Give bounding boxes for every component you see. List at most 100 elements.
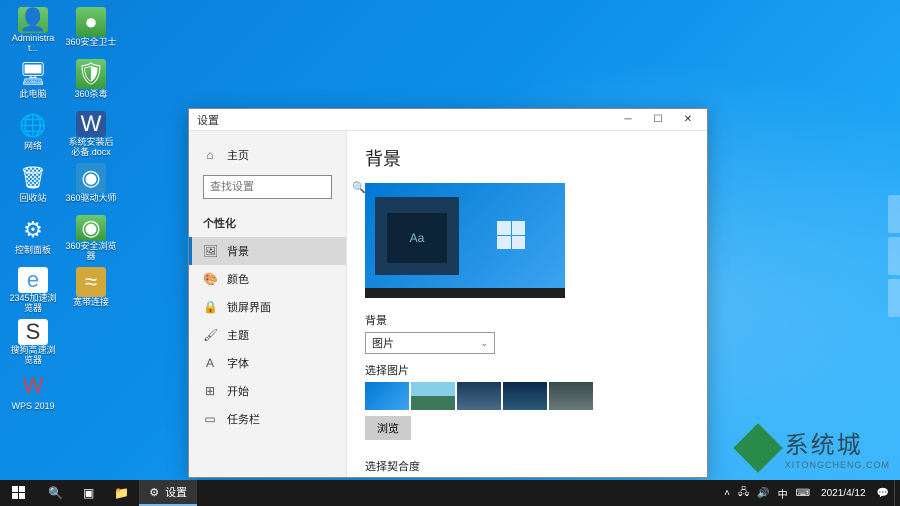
search-container[interactable]: 🔍 (203, 175, 332, 199)
gear-icon: ⚙ (149, 486, 159, 499)
preview-sample-text: Aa (387, 213, 447, 263)
ie-icon: e (18, 267, 48, 293)
tray-ime-indicator[interactable]: 中 (775, 486, 791, 501)
sidebar-icon: A (203, 356, 217, 370)
shield-icon: 🛡 (76, 59, 106, 89)
desktop-icon-label: 回收站 (19, 194, 46, 204)
sidebar-item-label: 开始 (227, 383, 249, 399)
maximize-button[interactable]: ☐ (643, 109, 673, 130)
browse-button[interactable]: 浏览 (365, 416, 411, 440)
tray-network-icon[interactable]: 🖧 (735, 485, 752, 502)
sidebar-item-label: 锁屏界面 (227, 299, 271, 315)
sidebar-item-4[interactable]: A 字体 (189, 349, 346, 377)
thumbnail-4[interactable] (503, 382, 547, 410)
desktop-icon-recycle[interactable]: 🗑回收站 (5, 161, 61, 211)
sidebar-item-label: 字体 (227, 355, 249, 371)
tray-volume-icon[interactable]: 🔊 (754, 488, 772, 499)
recycle-icon: 🗑 (18, 163, 48, 193)
tray-chevron-icon[interactable]: ˄ (721, 488, 733, 499)
desktop-icon-label: 2345加速浏览器 (7, 294, 59, 314)
sidebar-item-6[interactable]: ▭任务栏 (189, 405, 346, 433)
desktop-icon-browser[interactable]: ◉360安全浏览器 (63, 213, 119, 263)
window-titlebar[interactable]: 设置 ─ ☐ ✕ (189, 109, 707, 131)
desktop-icon-label: 网络 (24, 142, 42, 152)
panel-icon: ⚙ (18, 215, 48, 245)
home-nav[interactable]: ⌂ 主页 (189, 141, 346, 169)
desktop-icon-panel[interactable]: ⚙控制面板 (5, 213, 61, 263)
desktop-icon-pc[interactable]: 🖥此电脑 (5, 57, 61, 107)
page-heading: 背景 (365, 145, 689, 171)
desktop-icon-label: Administrat... (7, 34, 59, 54)
desktop-icon-doc[interactable]: W系统安装后必备.docx (63, 109, 119, 159)
desktop-icon-shield[interactable]: 🛡360杀毒 (63, 57, 119, 107)
wps-icon: W (18, 371, 48, 401)
background-preview: Aa (365, 183, 565, 298)
choose-picture-label: 选择图片 (365, 362, 689, 378)
thumbnail-2[interactable] (411, 382, 455, 410)
search-icon: 🔍 (48, 486, 63, 500)
background-type-value: 图片 (372, 335, 394, 351)
thumbnail-1[interactable] (365, 382, 409, 410)
sogou-icon: S (18, 319, 48, 345)
watermark-logo: 系统城 XITONGCHENG.COM (737, 425, 890, 470)
watermark-text: 系统城 (785, 425, 890, 460)
sidebar-item-5[interactable]: ⊞开始 (189, 377, 346, 405)
show-desktop-button[interactable] (894, 480, 898, 506)
tray-keyboard-icon[interactable]: ⌨ (793, 488, 813, 499)
taskbar-app-settings[interactable]: ⚙ 设置 (139, 480, 197, 506)
sidebar-item-0[interactable]: 🖼背景 (189, 237, 346, 265)
background-type-dropdown[interactable]: 图片 ⌄ (365, 332, 495, 354)
close-button[interactable]: ✕ (673, 109, 703, 130)
search-input[interactable] (210, 181, 352, 193)
fit-dropdown-label: 选择契合度 (365, 458, 689, 474)
desktop-icon-label: WPS 2019 (11, 402, 54, 412)
start-button[interactable] (0, 480, 38, 506)
home-label: 主页 (227, 147, 249, 163)
picture-thumbnails (365, 382, 689, 410)
sidebar-item-1[interactable]: 🎨 颜色 (189, 265, 346, 293)
desktop-icon-360[interactable]: ●360安全卫士 (63, 5, 119, 55)
browser-icon: ◉ (76, 215, 106, 241)
sidebar-item-label: 任务栏 (227, 411, 260, 427)
bb-icon: ≈ (76, 267, 106, 297)
watermark-diamond-icon (737, 427, 779, 469)
task-view-icon: ▣ (83, 486, 94, 500)
sidebar-icon: 🎨 (203, 272, 217, 286)
edge-widgets (888, 195, 900, 321)
desktop-icon-driver[interactable]: ◉360驱动大师 (63, 161, 119, 211)
desktop-icon-wps[interactable]: WWPS 2019 (5, 369, 61, 419)
sidebar-item-label: 背景 (227, 243, 249, 259)
sidebar-item-3[interactable]: 🖌主题 (189, 321, 346, 349)
desktop-icon-label: 360驱动大师 (65, 194, 116, 204)
tray-clock[interactable]: 2021/4/12 (815, 488, 872, 499)
windows-logo-icon (12, 486, 26, 500)
minimize-button[interactable]: ─ (613, 109, 643, 130)
sidebar-icon: 🔒 (203, 300, 217, 314)
sidebar-icon: 🖌 (203, 328, 217, 342)
tray-notifications-icon[interactable]: 💬 (874, 488, 892, 499)
driver-icon: ◉ (76, 163, 106, 193)
sidebar-item-label: 颜色 (227, 271, 249, 287)
desktop-icons-area: 👤Administrat...🖥此电脑🌐网络🗑回收站⚙控制面板e2345加速浏览… (5, 5, 119, 419)
task-view-button[interactable]: ▣ (73, 480, 104, 506)
settings-content: 背景 Aa 背景 图片 ⌄ 选择图片 浏览 选择契合度 (347, 131, 707, 477)
settings-sidebar: ⌂ 主页 🔍 个性化 🖼背景🎨颜色🔒锁屏界面🖌主题A字体⊞开始▭任务栏 (189, 131, 347, 477)
background-dropdown-label: 背景 (365, 312, 689, 328)
user-icon: 👤 (18, 7, 48, 33)
360-icon: ● (76, 7, 106, 37)
search-button[interactable]: 🔍 (38, 480, 73, 506)
desktop-icon-label: 宽带连接 (73, 298, 109, 308)
desktop-icon-network[interactable]: 🌐网络 (5, 109, 61, 159)
desktop-icon-label: 360安全卫士 (65, 38, 116, 48)
desktop-icon-ie[interactable]: e2345加速浏览器 (5, 265, 61, 315)
pc-icon: 🖥 (18, 59, 48, 89)
sidebar-item-2[interactable]: 🔒 锁屏界面 (189, 293, 346, 321)
desktop-icon-label: 控制面板 (15, 246, 51, 256)
desktop-icon-sogou[interactable]: S搜狗高速浏览器 (5, 317, 61, 367)
file-explorer-button[interactable]: 📁 (104, 480, 139, 506)
thumbnail-3[interactable] (457, 382, 501, 410)
desktop-icon-label: 360杀毒 (74, 90, 107, 100)
desktop-icon-bb[interactable]: ≈宽带连接 (63, 265, 119, 315)
thumbnail-5[interactable] (549, 382, 593, 410)
desktop-icon-user[interactable]: 👤Administrat... (5, 5, 61, 55)
